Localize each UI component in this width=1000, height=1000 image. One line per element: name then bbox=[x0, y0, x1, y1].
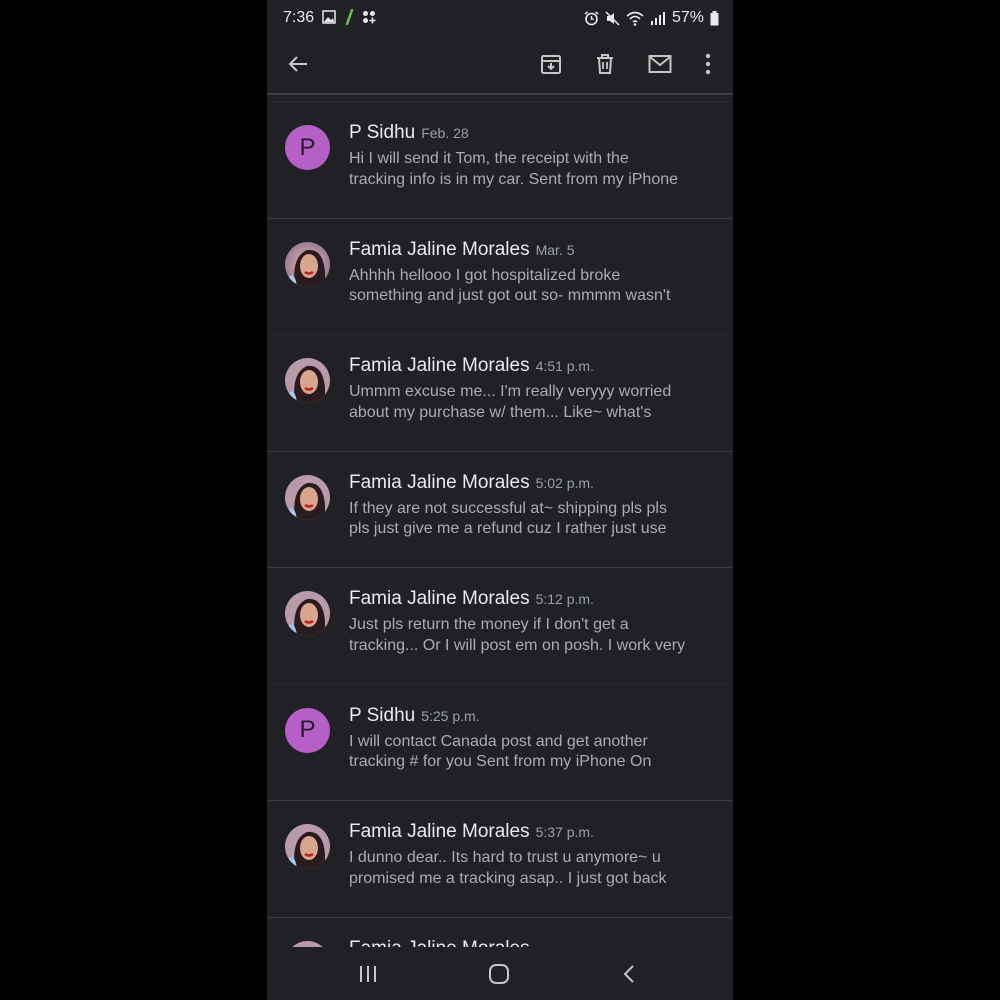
message-snippet: I dunno dear.. Its hard to trust u anymo… bbox=[349, 849, 667, 887]
home-button[interactable] bbox=[479, 959, 519, 989]
message-snippet: Ummm excuse me... I'm really veryyy worr… bbox=[349, 383, 672, 421]
home-icon bbox=[489, 964, 509, 984]
message-snippet: If they are not successful at~ shipping … bbox=[349, 499, 667, 538]
archive-button[interactable] bbox=[533, 46, 569, 82]
message-item[interactable]: Famia Jaline Morales 5:37 p.m. I dunno de… bbox=[267, 800, 733, 917]
message-item[interactable]: Famia Jaline Morales 4:51 p.m. Ummm excus… bbox=[267, 334, 733, 451]
message-date: Mar. 5 bbox=[535, 241, 575, 258]
leaf-icon bbox=[345, 9, 354, 25]
message-date: 5:02 p.m. bbox=[535, 474, 594, 491]
message-snippet: Ahhhh hellooo I got hospitalized broke s… bbox=[349, 266, 671, 305]
avatar: P bbox=[285, 125, 330, 170]
message-date: 5:25 p.m. bbox=[421, 707, 480, 724]
signal-icon bbox=[650, 12, 665, 25]
avatar bbox=[285, 824, 330, 869]
message-date: 4:51 p.m. bbox=[535, 358, 594, 374]
system-nav-bar bbox=[267, 947, 733, 1000]
image-icon bbox=[322, 10, 336, 24]
message-item[interactable]: P P Sidhu Feb. 28 Hi I will send it Tom, … bbox=[267, 101, 733, 218]
battery-icon bbox=[710, 10, 719, 25]
mark-unread-button[interactable] bbox=[642, 46, 678, 82]
sender-name: P Sidhu bbox=[349, 704, 416, 726]
message-snippet: Just pls return the money if I don't get… bbox=[349, 616, 686, 654]
toolbar-divider bbox=[267, 93, 733, 95]
trash-icon bbox=[597, 54, 613, 74]
sender-name: Famia Jaline Morales bbox=[349, 355, 530, 376]
avatar bbox=[285, 474, 330, 520]
sender-name: Famia Jaline Morales bbox=[349, 238, 530, 260]
apps-icon bbox=[363, 11, 376, 24]
profile-photo-icon bbox=[285, 824, 330, 869]
message-thread: P P Sidhu Feb. 28 Hi I will send it Tom, … bbox=[267, 101, 733, 947]
profile-photo-icon bbox=[285, 591, 330, 636]
profile-photo-icon bbox=[285, 474, 330, 520]
toolbar bbox=[267, 36, 733, 94]
mute-icon bbox=[605, 10, 620, 26]
profile-photo-icon bbox=[285, 241, 330, 287]
status-bar: 7:36 57% bbox=[267, 0, 733, 36]
message-item[interactable]: P P Sidhu 5:25 p.m. I will contact Canada… bbox=[267, 683, 733, 801]
recent-apps-button[interactable] bbox=[348, 959, 388, 989]
avatar bbox=[285, 241, 330, 287]
status-time: 7:36 bbox=[283, 9, 315, 26]
message-item[interactable]: Famia Jaline Morales Mar. 5 Ahhhh hellooo… bbox=[267, 217, 733, 335]
sender-name: Famia Jaline Morales bbox=[349, 588, 530, 609]
message-snippet: Hi I will send it Tom, the receipt with … bbox=[349, 150, 679, 188]
archive-icon bbox=[541, 55, 561, 74]
message-item[interactable]: Famia Jaline Morales 5:12 p.m. Just pls r… bbox=[267, 567, 733, 684]
battery-percent: 57% bbox=[671, 9, 704, 26]
delete-button[interactable] bbox=[587, 46, 623, 82]
message-snippet: I will contact Canada post and get anoth… bbox=[349, 732, 652, 771]
avatar bbox=[285, 591, 330, 636]
more-vert-icon bbox=[705, 53, 711, 75]
more-options-button[interactable] bbox=[690, 46, 726, 82]
back-button[interactable] bbox=[280, 46, 316, 82]
mail-icon bbox=[648, 55, 672, 73]
recent-apps-icon bbox=[360, 966, 376, 982]
message-item[interactable]: Famia Jaline Morales bbox=[267, 916, 733, 948]
message-item[interactable]: Famia Jaline Morales 5:02 p.m. If they ar… bbox=[267, 450, 733, 568]
wifi-icon bbox=[626, 11, 644, 26]
message-date: 5:37 p.m. bbox=[535, 824, 594, 840]
message-date: Feb. 28 bbox=[421, 125, 469, 141]
message-date: 5:12 p.m. bbox=[535, 591, 594, 607]
arrow-left-icon bbox=[288, 56, 307, 72]
alarm-icon bbox=[584, 10, 599, 25]
profile-photo-icon bbox=[285, 358, 330, 403]
sender-name: P Sidhu bbox=[349, 122, 416, 143]
chevron-left-icon bbox=[623, 965, 634, 983]
sender-name: Famia Jaline Morales bbox=[349, 821, 530, 842]
sender-name: Famia Jaline Morales bbox=[349, 471, 530, 493]
avatar bbox=[285, 358, 330, 403]
avatar: P bbox=[285, 707, 330, 753]
back-nav-button[interactable] bbox=[609, 959, 649, 989]
sender-name: Famia Jaline Morales bbox=[349, 938, 530, 948]
phone-screen: 7:36 57% P P Sidhu Feb. 28 Hi I will sen… bbox=[267, 0, 733, 1000]
